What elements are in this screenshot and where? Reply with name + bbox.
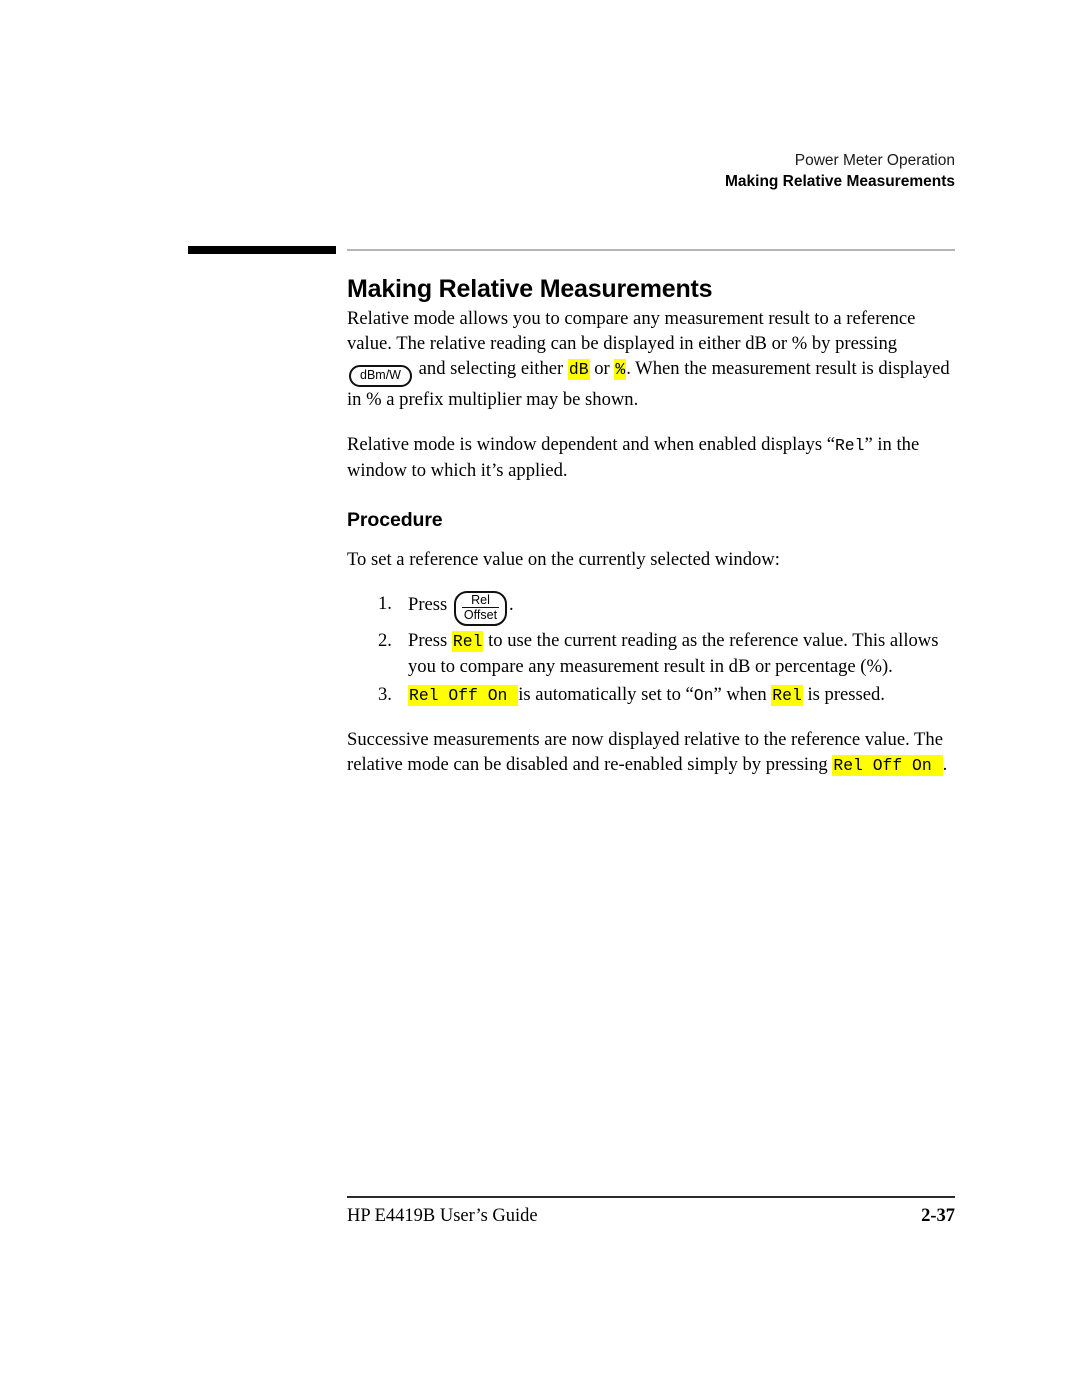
procedure-step-2: 2. Press Rel to use the current reading … xyxy=(347,628,955,679)
softkey-token-rel-off-on-closing: Rel Off On xyxy=(832,755,943,777)
intro-text-or: or xyxy=(594,358,610,380)
procedure-heading: Procedure xyxy=(347,509,443,532)
document-body: Relative mode allows you to compare any … xyxy=(347,306,955,778)
page-title: Making Relative Measurements xyxy=(347,274,713,303)
step-3-text-middle2: ” when xyxy=(713,683,767,705)
footer-document-title: HP E4419B User’s Guide xyxy=(347,1206,538,1226)
closing-paragraph: Successive measurements are now displaye… xyxy=(347,727,955,778)
softkey-token-db: dB xyxy=(567,359,590,381)
softkey-token-rel-off-on-step3: Rel Off On xyxy=(408,684,519,706)
running-header-chapter: Power Meter Operation xyxy=(794,152,955,169)
display-token-rel: Rel xyxy=(834,435,865,455)
procedure-step-3: 3. Rel Off On is automatically set to “O… xyxy=(347,682,955,708)
step-1-text-before: Press xyxy=(408,594,448,616)
softkey-token-percent: % xyxy=(614,359,627,381)
title-rule-thin xyxy=(347,249,955,251)
title-rule-group xyxy=(188,246,955,254)
step-number-3: 3. xyxy=(378,683,392,705)
dbm-w-key-glyph: dBm/W xyxy=(349,365,412,388)
closing-text-part2: . xyxy=(942,754,948,776)
step-2-text-after: to use the current reading as the refere… xyxy=(408,630,939,678)
display-token-on: On xyxy=(693,685,714,705)
rel-offset-key-top-label: Rel xyxy=(461,593,500,609)
footer-page-number: 2-37 xyxy=(921,1206,955,1226)
running-header-section: Making Relative Measurements xyxy=(724,173,955,190)
step-3-text-middle: is automatically set to “ xyxy=(518,683,694,705)
softkey-token-rel-step2: Rel xyxy=(451,631,484,653)
intro-paragraph: Relative mode allows you to compare any … xyxy=(347,306,955,413)
footer-rule xyxy=(347,1196,955,1198)
window-text-part1: Relative mode is window dependent and wh… xyxy=(347,433,835,455)
procedure-list: 1. Press Rel Offset . 2. Press Rel to us… xyxy=(347,591,955,708)
step-3-text-after: is pressed. xyxy=(807,683,885,705)
intro-text-part2: and selecting either xyxy=(418,358,564,380)
running-header: Power Meter Operation Making Relative Me… xyxy=(347,150,955,192)
rel-offset-key-bottom-label: Offset xyxy=(463,608,498,623)
rel-offset-key-glyph: Rel Offset xyxy=(453,591,508,627)
window-dependent-paragraph: Relative mode is window dependent and wh… xyxy=(347,432,955,483)
intro-text-part1: Relative mode allows you to compare any … xyxy=(347,308,916,355)
step-number-2: 2. xyxy=(378,630,392,652)
softkey-token-rel-step3: Rel xyxy=(771,684,803,706)
procedure-step-1: 1. Press Rel Offset . xyxy=(347,591,955,627)
step-1-text-after: . xyxy=(509,594,514,616)
procedure-lead-in: To set a reference value on the currentl… xyxy=(347,549,780,571)
step-2-text-before: Press xyxy=(408,630,448,652)
page-footer: HP E4419B User’s Guide 2-37 xyxy=(347,1206,955,1227)
step-number-1: 1. xyxy=(378,593,392,615)
title-rule-thick xyxy=(188,246,336,254)
